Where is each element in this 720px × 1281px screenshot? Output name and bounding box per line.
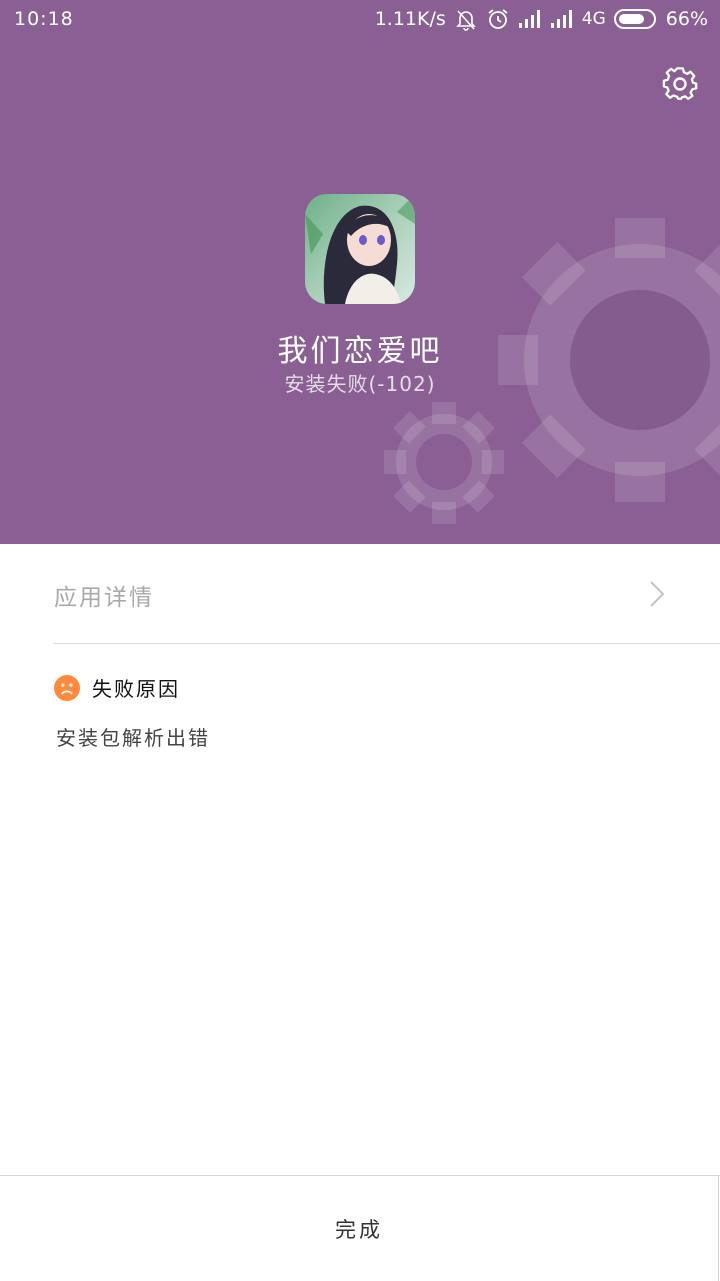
chevron-right-icon — [650, 581, 665, 607]
alarm-icon — [488, 9, 508, 29]
net-speed: 1.11K/s — [374, 8, 446, 30]
status-time: 10:18 — [14, 8, 74, 30]
network-type: 4G — [581, 9, 606, 29]
bell-off-icon — [455, 10, 476, 31]
signal-icon — [550, 10, 572, 28]
battery-icon — [613, 9, 656, 29]
sad-face-icon — [54, 674, 80, 701]
signal-icon — [518, 10, 540, 28]
install-status: 安装失败(-102) — [284, 372, 436, 396]
failure-reason-text: 安装包解析出错 — [56, 726, 210, 750]
install-result-header: 10:18 1.11K/s 4G 66% 我们恋爱吧 安装失败(-102) — [0, 0, 720, 544]
gear-icon — [662, 67, 698, 100]
failure-reason-header: 失败原因 — [54, 673, 180, 702]
divider — [53, 643, 720, 644]
status-bar: 10:18 1.11K/s 4G 66% — [0, 0, 720, 40]
app-name: 我们恋爱吧 — [277, 334, 443, 369]
app-details-label: 应用详情 — [54, 585, 154, 611]
app-details-row[interactable]: 应用详情 — [0, 544, 720, 643]
bottom-bar: 完成 — [0, 1175, 720, 1281]
failure-reason-title: 失败原因 — [92, 677, 180, 701]
settings-button[interactable] — [660, 64, 700, 104]
app-icon — [305, 194, 415, 304]
done-button[interactable]: 完成 — [0, 1176, 719, 1281]
battery-level: 66% — [665, 8, 708, 30]
